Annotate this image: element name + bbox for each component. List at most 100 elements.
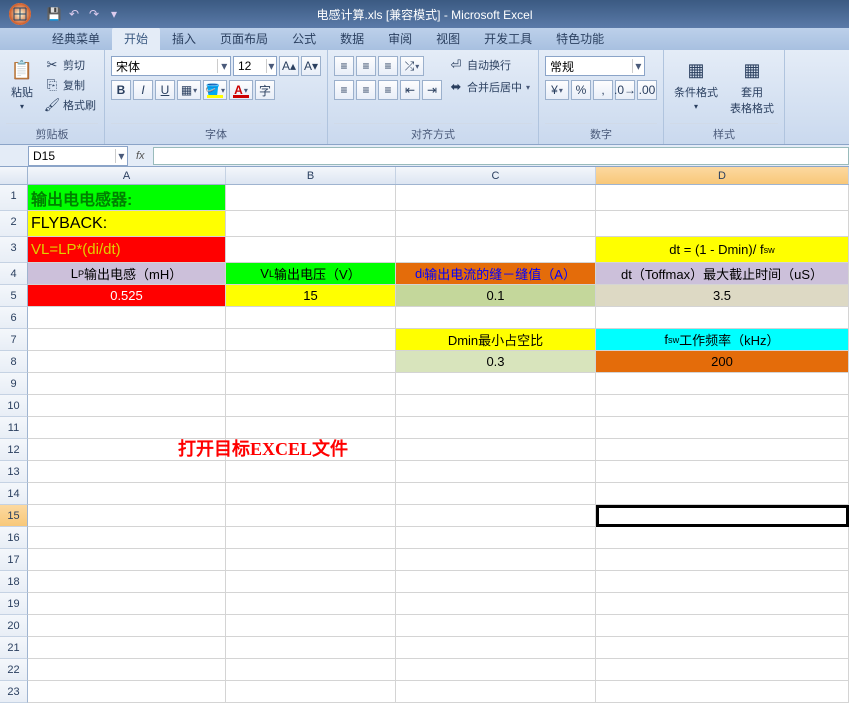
row-header-18[interactable]: 18	[0, 571, 28, 593]
row-header-20[interactable]: 20	[0, 615, 28, 637]
cell-A22[interactable]	[28, 659, 226, 681]
cell-C17[interactable]	[396, 549, 596, 571]
tab-data[interactable]: 数据	[328, 27, 376, 50]
cell-B21[interactable]	[226, 637, 396, 659]
inc-decimal-button[interactable]: .0→	[615, 80, 635, 100]
cell-B23[interactable]	[226, 681, 396, 703]
cell-C19[interactable]	[396, 593, 596, 615]
cell-A23[interactable]	[28, 681, 226, 703]
number-format-combo[interactable]: ▾	[545, 56, 645, 76]
cell-C4[interactable]: di输出电流的缝－缝值（A）	[396, 263, 596, 285]
tab-classic[interactable]: 经典菜单	[40, 27, 112, 50]
cell-B7[interactable]	[226, 329, 396, 351]
tab-view[interactable]: 视图	[424, 27, 472, 50]
office-button[interactable]	[0, 0, 40, 28]
cell-A21[interactable]	[28, 637, 226, 659]
fill-color-button[interactable]: 🪣	[203, 80, 227, 100]
cell-C3[interactable]	[396, 237, 596, 263]
cell-D8[interactable]: 200	[596, 351, 849, 373]
formula-input[interactable]	[153, 147, 849, 165]
cell-A19[interactable]	[28, 593, 226, 615]
cell-C14[interactable]	[396, 483, 596, 505]
cell-D2[interactable]	[596, 211, 849, 237]
cell-B16[interactable]	[226, 527, 396, 549]
tab-formula[interactable]: 公式	[280, 27, 328, 50]
cell-D5[interactable]: 3.5	[596, 285, 849, 307]
underline-button[interactable]: U	[155, 80, 175, 100]
row-header-16[interactable]: 16	[0, 527, 28, 549]
cell-B6[interactable]	[226, 307, 396, 329]
name-box[interactable]: ▾	[28, 146, 128, 166]
cell-A10[interactable]	[28, 395, 226, 417]
tab-layout[interactable]: 页面布局	[208, 27, 280, 50]
tab-dev[interactable]: 开发工具	[472, 27, 544, 50]
cell-C7[interactable]: Dmin最小占空比	[396, 329, 596, 351]
row-header-14[interactable]: 14	[0, 483, 28, 505]
cell-D7[interactable]: fsw工作频率（kHz）	[596, 329, 849, 351]
row-header-21[interactable]: 21	[0, 637, 28, 659]
cell-C13[interactable]	[396, 461, 596, 483]
cell-D11[interactable]	[596, 417, 849, 439]
indent-dec-button[interactable]: ⇤	[400, 80, 420, 100]
cell-D10[interactable]	[596, 395, 849, 417]
grow-font-button[interactable]: A▴	[279, 56, 299, 76]
chevron-down-icon[interactable]: ▾	[266, 59, 276, 73]
border-button[interactable]: ▦	[177, 80, 201, 100]
col-header-C[interactable]: C	[396, 167, 596, 184]
row-header-6[interactable]: 6	[0, 307, 28, 329]
cell-C2[interactable]	[396, 211, 596, 237]
font-name-combo[interactable]: ▾	[111, 56, 231, 76]
cell-D21[interactable]	[596, 637, 849, 659]
align-right-button[interactable]: ≡	[378, 80, 398, 100]
cell-D17[interactable]	[596, 549, 849, 571]
cell-B15[interactable]	[226, 505, 396, 527]
save-icon[interactable]: 💾	[46, 6, 62, 22]
cell-A14[interactable]	[28, 483, 226, 505]
cell-D14[interactable]	[596, 483, 849, 505]
redo-icon[interactable]: ↷	[86, 6, 102, 22]
cell-A16[interactable]	[28, 527, 226, 549]
row-header-12[interactable]: 12	[0, 439, 28, 461]
cell-C1[interactable]	[396, 185, 596, 211]
chevron-down-icon[interactable]: ▾	[115, 149, 127, 163]
cell-D12[interactable]	[596, 439, 849, 461]
row-header-9[interactable]: 9	[0, 373, 28, 395]
row-header-2[interactable]: 2	[0, 211, 28, 237]
align-bot-button[interactable]: ≡	[378, 56, 398, 76]
percent-button[interactable]: %	[571, 80, 591, 100]
wrap-button[interactable]: ⏎自动换行	[446, 56, 532, 74]
font-size-combo[interactable]: ▾	[233, 56, 277, 76]
chevron-down-icon[interactable]: ▾	[632, 59, 644, 73]
number-format-input[interactable]	[546, 59, 632, 73]
painter-button[interactable]: 🖌格式刷	[42, 96, 98, 114]
cell-B1[interactable]	[226, 185, 396, 211]
cell-D1[interactable]	[596, 185, 849, 211]
orientation-button[interactable]: ⤮	[400, 56, 424, 76]
tab-review[interactable]: 审阅	[376, 27, 424, 50]
cell-A5[interactable]: 0.525	[28, 285, 226, 307]
row-header-3[interactable]: 3	[0, 237, 28, 263]
cell-A20[interactable]	[28, 615, 226, 637]
col-header-A[interactable]: A	[28, 167, 226, 184]
row-header-15[interactable]: 15	[0, 505, 28, 527]
cut-button[interactable]: ✂剪切	[42, 56, 98, 74]
cell-D6[interactable]	[596, 307, 849, 329]
cell-D20[interactable]	[596, 615, 849, 637]
undo-icon[interactable]: ↶	[66, 6, 82, 22]
cell-B22[interactable]	[226, 659, 396, 681]
cell-C16[interactable]	[396, 527, 596, 549]
cell-B4[interactable]: VL输出电压（V）	[226, 263, 396, 285]
dec-decimal-button[interactable]: .00	[637, 80, 657, 100]
name-box-input[interactable]	[29, 149, 115, 163]
cell-B17[interactable]	[226, 549, 396, 571]
align-top-button[interactable]: ≡	[334, 56, 354, 76]
cell-B18[interactable]	[226, 571, 396, 593]
cell-C12[interactable]	[396, 439, 596, 461]
tab-special[interactable]: 特色功能	[544, 27, 616, 50]
cell-C8[interactable]: 0.3	[396, 351, 596, 373]
cell-D18[interactable]	[596, 571, 849, 593]
cell-C9[interactable]	[396, 373, 596, 395]
cell-C22[interactable]	[396, 659, 596, 681]
row-header-10[interactable]: 10	[0, 395, 28, 417]
font-size-input[interactable]	[234, 59, 266, 73]
